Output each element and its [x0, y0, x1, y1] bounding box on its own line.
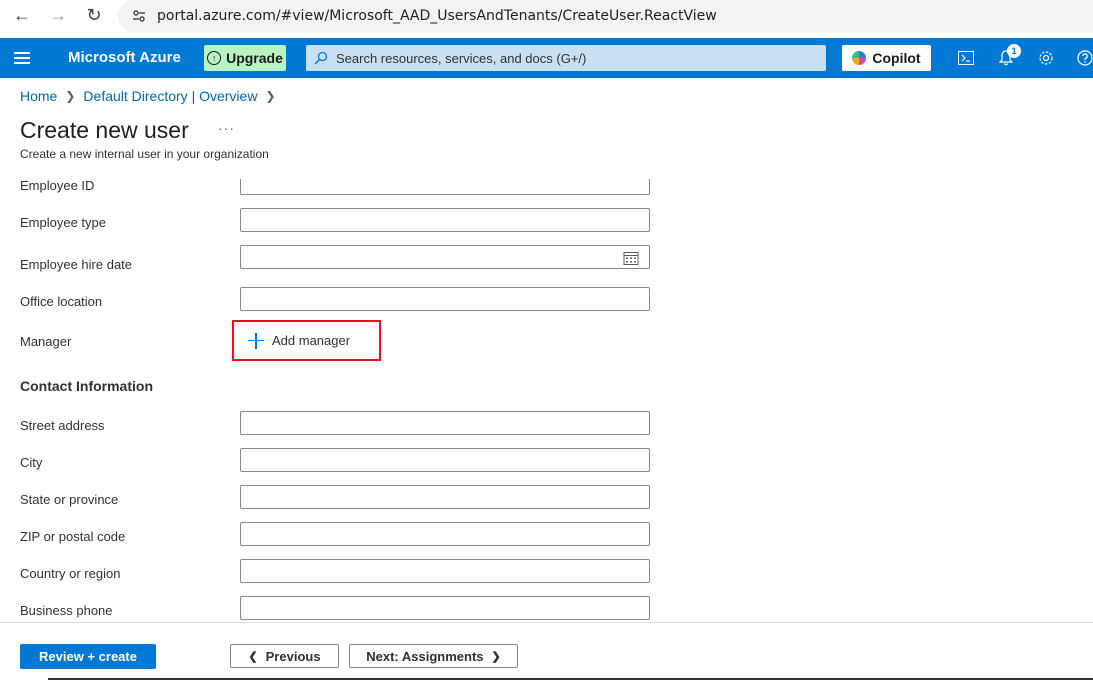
- calendar-icon[interactable]: [623, 250, 639, 266]
- menu-icon[interactable]: [14, 49, 32, 67]
- upgrade-label: Upgrade: [226, 50, 283, 66]
- notification-badge: 1: [1007, 44, 1021, 58]
- office-location-label: Office location: [20, 294, 103, 309]
- url-text[interactable]: portal.azure.com/#view/Microsoft_AAD_Use…: [157, 8, 717, 24]
- street-address-input[interactable]: [240, 411, 650, 435]
- page-title: Create new user: [20, 117, 189, 143]
- hire-date-label: Employee hire date: [20, 257, 133, 272]
- help-icon[interactable]: [1075, 48, 1093, 68]
- next-label: Next: Assignments: [366, 648, 484, 664]
- address-bar[interactable]: portal.azure.com/#view/Microsoft_AAD_Use…: [118, 0, 1093, 32]
- gear-icon[interactable]: [1036, 48, 1056, 68]
- previous-label: Previous: [265, 648, 321, 664]
- chevron-right-icon: ❯: [491, 650, 501, 663]
- add-manager-button[interactable]: Add manager: [232, 320, 381, 361]
- city-input[interactable]: [240, 448, 650, 472]
- back-arrow-icon[interactable]: ←: [11, 4, 33, 26]
- search-input[interactable]: [336, 50, 806, 66]
- contact-information-heading: Contact Information: [20, 378, 153, 394]
- search-icon: [314, 51, 328, 65]
- employee-type-input[interactable]: [240, 208, 650, 232]
- browser-toolbar: ← → ↻ portal.azure.com/#view/Microsoft_A…: [0, 0, 1093, 38]
- business-phone-input[interactable]: [240, 596, 650, 620]
- next-assignments-button[interactable]: Next: Assignments ❯: [349, 644, 518, 668]
- upgrade-arrow-icon: ↑: [207, 51, 222, 65]
- breadcrumb: Home ❯ Default Directory | Overview ❯: [20, 88, 276, 104]
- chevron-right-icon: ❯: [265, 89, 276, 103]
- employee-id-label: Employee ID: [20, 178, 95, 193]
- street-address-label: Street address: [20, 418, 105, 433]
- zip-label: ZIP or postal code: [20, 529, 126, 544]
- copilot-label: Copilot: [872, 50, 921, 66]
- reload-icon[interactable]: ↻: [83, 4, 105, 26]
- chevron-right-icon: ❯: [65, 89, 76, 103]
- upgrade-button[interactable]: ↑ Upgrade: [204, 45, 286, 71]
- search-box[interactable]: [306, 45, 826, 71]
- brand-title[interactable]: Microsoft Azure: [68, 49, 181, 66]
- zip-input[interactable]: [240, 522, 650, 546]
- office-location-input[interactable]: [240, 287, 650, 311]
- breadcrumb-directory-overview[interactable]: Default Directory | Overview: [83, 88, 257, 104]
- page-subtitle: Create a new internal user in your organ…: [20, 147, 269, 161]
- country-label: Country or region: [20, 566, 121, 581]
- chevron-left-icon: ❮: [248, 650, 258, 663]
- employee-id-input[interactable]: [240, 179, 650, 195]
- employee-type-label: Employee type: [20, 215, 106, 230]
- wizard-footer: Review + create ❮ Previous Next: Assignm…: [0, 622, 1093, 680]
- country-input[interactable]: [240, 559, 650, 583]
- breadcrumb-home[interactable]: Home: [20, 88, 57, 104]
- copilot-button[interactable]: Copilot: [842, 45, 931, 71]
- site-settings-icon[interactable]: [128, 5, 150, 27]
- azure-top-bar: Microsoft Azure ↑ Upgrade Copilot: [0, 38, 1093, 78]
- more-options-button[interactable]: ···: [218, 120, 235, 136]
- add-manager-label: Add manager: [272, 333, 351, 348]
- state-label: State or province: [20, 492, 119, 507]
- cloud-shell-icon[interactable]: [956, 48, 976, 68]
- copilot-icon: [852, 51, 867, 65]
- hire-date-input[interactable]: [240, 245, 650, 269]
- forward-arrow-icon[interactable]: →: [47, 4, 69, 26]
- city-label: City: [20, 455, 43, 470]
- business-phone-label: Business phone: [20, 603, 113, 618]
- plus-icon: [248, 332, 264, 349]
- state-input[interactable]: [240, 485, 650, 509]
- manager-label: Manager: [20, 334, 72, 349]
- review-create-button[interactable]: Review + create: [20, 644, 156, 669]
- previous-button[interactable]: ❮ Previous: [230, 644, 339, 668]
